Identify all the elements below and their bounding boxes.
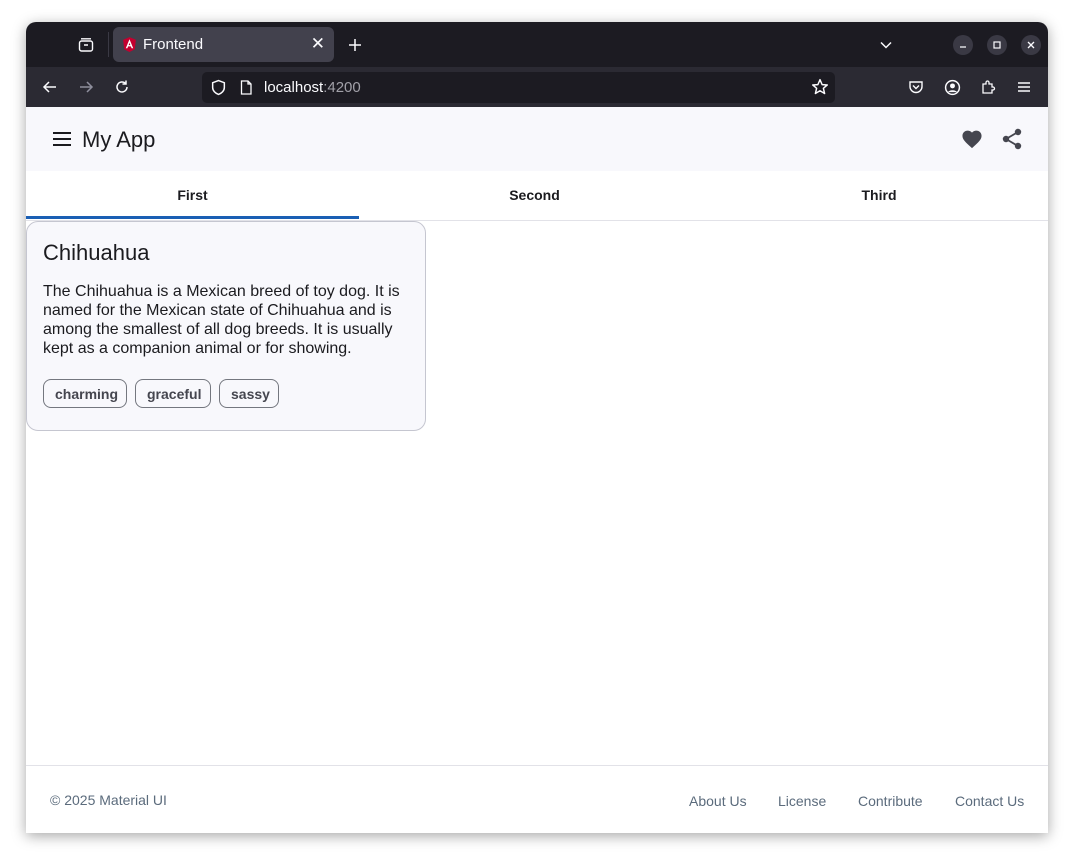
maximize-icon[interactable] [987,35,1007,55]
app-toolbar: My App [26,107,1048,171]
tab-first[interactable]: First [26,171,359,219]
browser-window: Frontend ✕ localhost:4200 My App First S… [26,22,1048,833]
url-host: localhost [264,79,324,96]
angular-favicon-icon [123,37,136,52]
footer-link-contact-us[interactable]: Contact Us [955,793,1024,809]
chip-sassy[interactable]: sassy [219,379,279,408]
browser-tab-active[interactable]: Frontend ✕ [113,27,334,62]
page-content: My App First Second Third Chihuahua The … [26,107,1048,833]
tab-close-icon[interactable]: ✕ [311,34,325,54]
minimize-icon[interactable] [953,35,973,55]
new-tab-icon[interactable] [345,35,365,55]
url-bar[interactable]: localhost:4200 [202,72,835,103]
account-icon[interactable] [941,76,963,98]
forward-icon[interactable] [75,76,97,98]
footer-copyright: © 2025 Material UI [50,792,167,808]
chip-graceful[interactable]: graceful [135,379,211,408]
app-menu-icon[interactable] [1013,76,1035,98]
bookmark-star-icon[interactable] [811,78,829,96]
browser-nav-bar: localhost:4200 [26,67,1048,107]
extensions-icon[interactable] [977,76,999,98]
reload-icon[interactable] [111,76,133,98]
tab-third[interactable]: Third [710,171,1048,219]
shield-icon[interactable] [210,79,227,96]
active-tab-indicator [26,216,359,219]
heart-icon[interactable] [961,129,983,149]
pocket-icon[interactable] [905,76,927,98]
app-title: My App [82,127,156,152]
footer-link-license[interactable]: License [778,793,826,809]
browser-tab-strip: Frontend ✕ [26,22,1048,67]
url-port: :4200 [323,79,361,96]
chevron-down-icon[interactable] [876,35,896,55]
menu-icon[interactable] [52,129,72,149]
card-description: The Chihuahua is a Mexican breed of toy … [43,283,400,357]
footer-link-contribute[interactable]: Contribute [858,793,923,809]
page-icon[interactable] [238,79,254,96]
tab-list-icon[interactable] [76,35,96,55]
url-text: localhost:4200 [264,79,361,96]
tab-second[interactable]: Second [359,171,710,219]
close-window-icon[interactable] [1021,35,1041,55]
page-footer: © 2025 Material UI About Us License Cont… [26,765,1048,833]
dog-card: Chihuahua The Chihuahua is a Mexican bre… [26,221,426,431]
share-icon[interactable] [1002,128,1023,150]
chip-charming[interactable]: charming [43,379,127,408]
tab-separator [108,32,109,57]
card-title: Chihuahua [43,240,150,265]
footer-link-about-us[interactable]: About Us [689,793,747,809]
tab-group: First Second Third [26,171,1048,221]
tab-title: Frontend [143,36,204,53]
back-icon[interactable] [39,76,61,98]
